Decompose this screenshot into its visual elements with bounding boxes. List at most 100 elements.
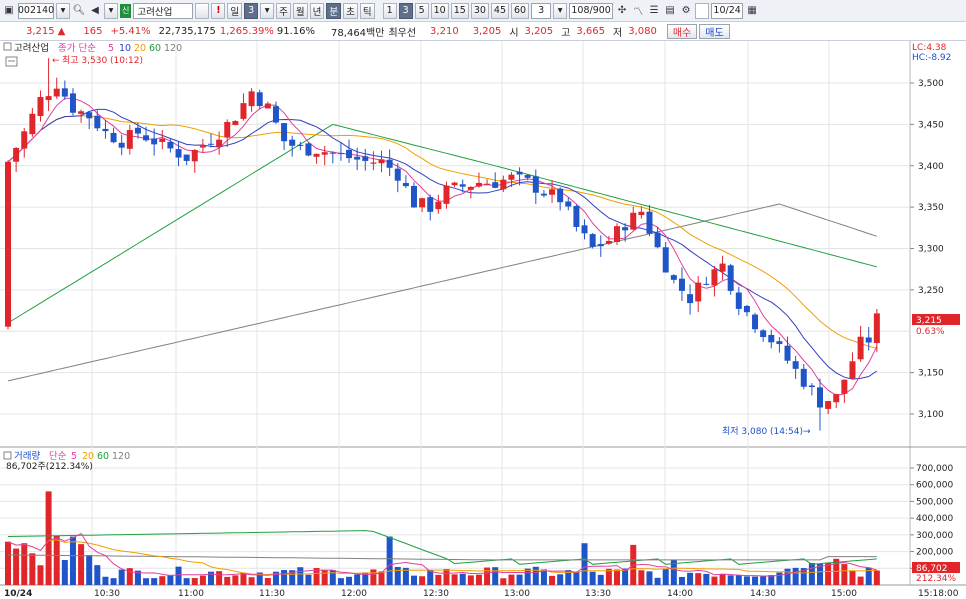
candle-body xyxy=(69,93,76,113)
candle-body xyxy=(776,341,783,345)
name-menu-button[interactable] xyxy=(195,2,210,19)
volume-bar xyxy=(752,576,759,585)
x-axis-label: 13:00 xyxy=(504,589,530,599)
volume: 22,735,175 xyxy=(158,25,216,37)
amount: 78,464백만 xyxy=(331,27,385,39)
volume-bar xyxy=(597,574,604,585)
x-axis-label: 15:18:00 xyxy=(918,589,959,599)
volume-bar xyxy=(760,576,767,585)
vol-ma60-legend: 60 xyxy=(97,451,109,462)
candle-body xyxy=(833,394,840,403)
volume-pct: 1,265.39% xyxy=(219,25,274,37)
chart-area[interactable]: 3,500 3,450 3,400 3,350 3,300 3,250 3,150 3,100… xyxy=(0,41,966,599)
volume-bar xyxy=(459,573,466,585)
chart-canvas[interactable]: 3,500 3,450 3,400 3,350 3,300 3,250 3,150 3,100… xyxy=(0,41,966,599)
candle-body xyxy=(264,103,271,109)
candle-body xyxy=(565,201,572,207)
interval-10-button[interactable]: 10 xyxy=(430,2,449,19)
candle-body xyxy=(427,197,434,212)
interval-3-button[interactable]: 3 xyxy=(398,2,413,19)
interval-select[interactable]: 3 xyxy=(531,2,552,19)
interval-15-button[interactable]: 15 xyxy=(450,2,469,19)
buy-button[interactable]: 매수 xyxy=(666,23,698,39)
save-icon[interactable]: ▤ xyxy=(663,3,677,19)
candle-body xyxy=(29,113,36,135)
last-pct-tag: 0.63% xyxy=(916,327,945,337)
vol-ma20-legend: 20 xyxy=(82,451,94,462)
alert-button[interactable]: ! xyxy=(211,2,226,19)
period-minute-button[interactable]: 분 xyxy=(326,2,342,19)
volume-tick-label: 500,000 xyxy=(916,497,953,507)
count-field[interactable]: 108/900 xyxy=(569,2,614,19)
candle-body xyxy=(151,138,158,145)
x-axis-label: 11:00 xyxy=(178,589,204,599)
interval-45-button[interactable]: 45 xyxy=(490,2,509,19)
volume-bar xyxy=(151,578,158,585)
candle-body xyxy=(94,115,101,129)
period-year-button[interactable]: 년 xyxy=(309,2,325,19)
price-panel-title: 고려산업 xyxy=(14,42,49,54)
crosshair-icon[interactable]: ✣ xyxy=(615,3,629,19)
volume-bar xyxy=(711,576,718,585)
volume-bar xyxy=(305,574,312,585)
period-day-button[interactable]: 일 xyxy=(227,2,243,19)
interval-5-button[interactable]: 5 xyxy=(414,2,429,19)
volume-bar xyxy=(370,569,377,585)
quote-bar: 3,215 ▲ 165 +5.41% 22,735,175 1,265.39% … xyxy=(0,22,966,41)
stock-code-input[interactable]: 002140 xyxy=(18,2,54,19)
x-axis-label: 10:30 xyxy=(94,589,120,599)
code-dropdown-button[interactable]: ▾ xyxy=(56,2,70,19)
candle-body xyxy=(516,171,523,175)
vol-ma120-legend: 120 xyxy=(112,451,130,462)
date-checkbox[interactable] xyxy=(695,2,710,19)
period-tick-button[interactable]: 틱 xyxy=(359,2,375,19)
window-icon[interactable]: ▣ xyxy=(2,3,16,19)
volume-bar xyxy=(183,578,190,585)
volume-bar xyxy=(5,541,11,585)
candle-body xyxy=(841,379,848,394)
candle-body xyxy=(370,162,377,164)
volume-bar xyxy=(524,568,531,585)
interval-1-button[interactable]: 1 xyxy=(382,2,397,19)
candle-body xyxy=(110,132,117,143)
list-icon[interactable]: ☰ xyxy=(647,3,661,19)
stock-name-field[interactable]: 고려산업 xyxy=(133,2,194,19)
period-3-button[interactable]: 3 xyxy=(244,2,259,19)
candle-body xyxy=(873,313,880,344)
volume-bar xyxy=(86,555,93,585)
speaker-dropdown-button[interactable]: ▾ xyxy=(104,2,118,19)
period-second-button[interactable]: 초 xyxy=(343,2,358,19)
candle-body xyxy=(297,144,304,146)
candle-body xyxy=(857,336,864,360)
candle-body xyxy=(662,247,669,273)
interval-dropdown-button[interactable]: ▾ xyxy=(553,2,568,19)
candle-body xyxy=(687,294,694,304)
candle-body xyxy=(573,206,580,227)
search-icon[interactable]: 🔍︎ xyxy=(72,3,86,19)
date-field[interactable]: 10/24 xyxy=(711,2,744,19)
period-month-button[interactable]: 월 xyxy=(292,2,308,19)
period-week-button[interactable]: 주 xyxy=(276,2,291,19)
volume-bar xyxy=(102,576,109,585)
interval-30-button[interactable]: 30 xyxy=(470,2,489,19)
calendar-icon[interactable]: ▦ xyxy=(745,3,759,19)
trend-icon[interactable]: 〽 xyxy=(631,3,645,19)
sell-button[interactable]: 매도 xyxy=(699,23,730,39)
candle-body xyxy=(808,385,815,388)
interval-60-button[interactable]: 60 xyxy=(511,2,530,19)
turnover: 91.16% xyxy=(276,25,316,37)
period-dropdown-button[interactable]: ▾ xyxy=(260,2,275,19)
volume-bar xyxy=(549,575,556,585)
volume-bar xyxy=(264,577,271,585)
last-volume-pct-tag: 212.34% xyxy=(916,574,956,584)
candle-body xyxy=(719,263,726,272)
speaker-icon[interactable]: ◀ xyxy=(88,3,102,19)
settings-icon[interactable]: ⚙ xyxy=(679,3,693,19)
candle-body xyxy=(411,185,417,208)
volume-bar xyxy=(281,570,288,585)
candle-body xyxy=(191,149,198,162)
volume-bar xyxy=(297,567,304,585)
volume-bar xyxy=(825,562,832,585)
volume-bar xyxy=(703,573,710,585)
volume-bar xyxy=(110,578,117,585)
